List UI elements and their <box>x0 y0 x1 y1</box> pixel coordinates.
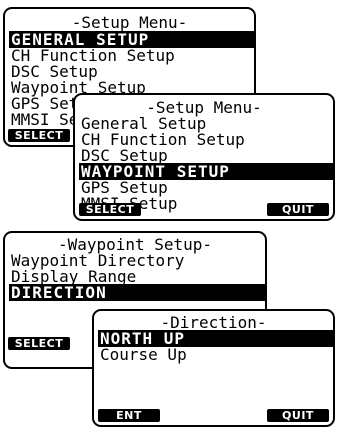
screen-title: -Setup Menu- <box>71 13 188 32</box>
quit-softkey[interactable]: QUIT <box>267 203 329 216</box>
select-softkey[interactable]: SELECT <box>79 203 141 216</box>
option-course-up[interactable]: Course Up <box>98 346 333 363</box>
ent-softkey[interactable]: ENT <box>98 409 160 422</box>
select-softkey[interactable]: SELECT <box>8 337 70 350</box>
direction-screen: -Direction- NORTH UP Course Up ENT QUIT <box>92 309 335 427</box>
setup-menu-screen-waypoint: -Setup Menu- General Setup CH Function S… <box>73 93 335 221</box>
menu-item-direction[interactable]: DIRECTION <box>9 284 265 301</box>
quit-softkey[interactable]: QUIT <box>267 409 329 422</box>
select-softkey[interactable]: SELECT <box>8 129 70 142</box>
